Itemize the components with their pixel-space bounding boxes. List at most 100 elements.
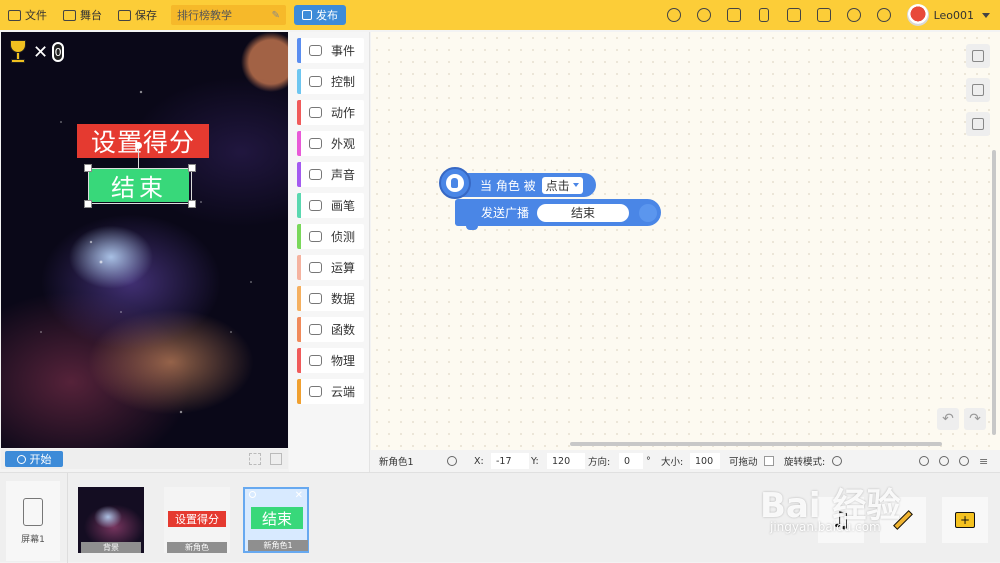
save-label: 保存 [135,9,157,22]
publish-button[interactable]: 发布 [294,5,346,25]
rotation-handle[interactable] [135,142,142,149]
stage-button[interactable]: 舞台 [55,0,110,30]
redo-button[interactable]: ↷ [964,408,986,430]
category-control[interactable]: 控制 [297,69,364,94]
sprite-name[interactable]: 新角色1 [379,450,414,472]
direction-label: 方向: [588,457,611,468]
category-label: 事件 [331,44,356,58]
globe-icon [876,8,891,22]
size-label: 大小: [661,457,684,468]
code-workspace[interactable] [371,32,1000,450]
phone-icon [23,497,43,526]
music-note-icon: ♫ [831,507,851,533]
sprite-thumb-background[interactable]: 背景 [78,487,144,553]
sprite-thumb-end[interactable]: ✕ 结束 新角色1 [243,487,309,553]
save-button[interactable]: 保存 [110,0,165,30]
resize-handle-tl[interactable] [84,164,92,172]
degree-unit: ° [646,455,651,467]
stage-canvas[interactable]: ✕ 0 设置得分 结束 [1,32,288,448]
size-input[interactable]: 100 [690,453,720,469]
category-color-bar [297,193,301,218]
mobile-preview-button[interactable] [749,0,779,30]
category-label: 侦测 [331,230,356,244]
file-menu-button[interactable]: 文件 [0,0,55,30]
when-sprite-clicked-block[interactable]: 当 角色 被 点击 [462,173,596,197]
category-color-bar [297,317,301,342]
folder-add-icon: + [955,512,975,528]
edit-pencil-icon: ✎ [271,9,280,21]
gear-icon[interactable] [249,491,256,498]
sound-button[interactable] [966,78,990,102]
category-operators[interactable]: 运算 [297,255,364,280]
start-button[interactable]: 开始 [5,451,63,467]
language-button[interactable] [869,0,899,30]
category-pen[interactable]: 画笔 [297,193,364,218]
category-sensing[interactable]: 侦测 [297,224,364,249]
block-categories: 事件 控制 动作 外观 声音 画笔 侦测 运算 数据 函数 物理 云端 [289,32,370,472]
help-button[interactable] [839,0,869,30]
y-input[interactable]: 120 [547,453,585,469]
category-data[interactable]: 数据 [297,286,364,311]
calendar-button[interactable] [809,0,839,30]
avatar[interactable] [906,4,929,26]
username[interactable]: Leo001 [934,9,974,22]
chevron-down-icon[interactable] [982,12,990,18]
category-label: 声音 [331,168,356,182]
category-cloud[interactable]: 云端 [297,379,364,404]
direction-input[interactable]: 0 [619,453,643,469]
category-color-bar [297,131,301,156]
category-physics[interactable]: 物理 [297,348,364,373]
rotation-mode-label: 旋转模式: [784,457,826,468]
vertical-scrollbar[interactable] [992,150,996,435]
broadcast-block[interactable]: 发送广播 结束 [455,199,661,226]
sprite-set-score[interactable]: 设置得分 [77,124,209,158]
resize-handle-bl[interactable] [84,200,92,208]
project-name-input[interactable]: 排行榜教学 ✎ [171,5,286,25]
add-sprite-button[interactable]: + [942,497,988,543]
my-projects-button[interactable] [719,0,749,30]
grid-icon[interactable] [270,453,282,465]
speaker-icon [309,169,322,180]
category-event[interactable]: 事件 [297,38,364,63]
menu-icon[interactable]: ≡ [979,450,988,472]
costume-button[interactable] [966,44,990,68]
resize-handle-br[interactable] [188,200,196,208]
broadcast-message-input[interactable]: 结束 [537,203,630,222]
undo-button[interactable]: ↶ [937,408,959,430]
zoom-out-icon[interactable] [919,456,929,466]
community-icon [696,8,711,22]
paint-sprite-button[interactable] [880,497,926,543]
rotation-mode-icon[interactable] [832,456,842,466]
pet-button[interactable] [659,0,689,30]
screen-selector[interactable]: 屏幕1 [6,481,60,561]
folder-open-icon [726,8,741,22]
zoom-reset-icon[interactable] [939,456,949,466]
x-input[interactable]: -17 [491,453,529,469]
fullscreen-icon[interactable] [249,453,261,465]
category-sound[interactable]: 声音 [297,162,364,187]
click-dropdown[interactable]: 点击 [541,176,583,194]
horizontal-scrollbar[interactable] [570,442,942,446]
close-icon[interactable]: ✕ [295,490,303,501]
draggable-checkbox[interactable] [764,456,774,466]
stage-controls: 开始 [1,449,288,469]
resize-handle-tr[interactable] [188,164,196,172]
file-label: 文件 [25,9,47,22]
eye-icon[interactable] [447,456,457,466]
category-label: 物理 [331,354,356,368]
zoom-in-icon[interactable] [959,456,969,466]
sprite-thumb-set-score[interactable]: 设置得分 新角色 [164,487,230,553]
variable-button[interactable] [966,112,990,136]
print-button[interactable] [779,0,809,30]
project-name-text: 排行榜教学 [177,9,232,22]
rotation-line [138,149,139,168]
category-label: 函数 [331,323,356,337]
category-functions[interactable]: 函数 [297,317,364,342]
add-sound-button[interactable]: ♫ [818,497,864,543]
chevron-down-icon [572,183,579,187]
community-button[interactable] [689,0,719,30]
undo-icon: ↶ [942,411,954,427]
category-looks[interactable]: 外观 [297,131,364,156]
category-motion[interactable]: 动作 [297,100,364,125]
draggable-label: 可拖动 [729,457,758,468]
